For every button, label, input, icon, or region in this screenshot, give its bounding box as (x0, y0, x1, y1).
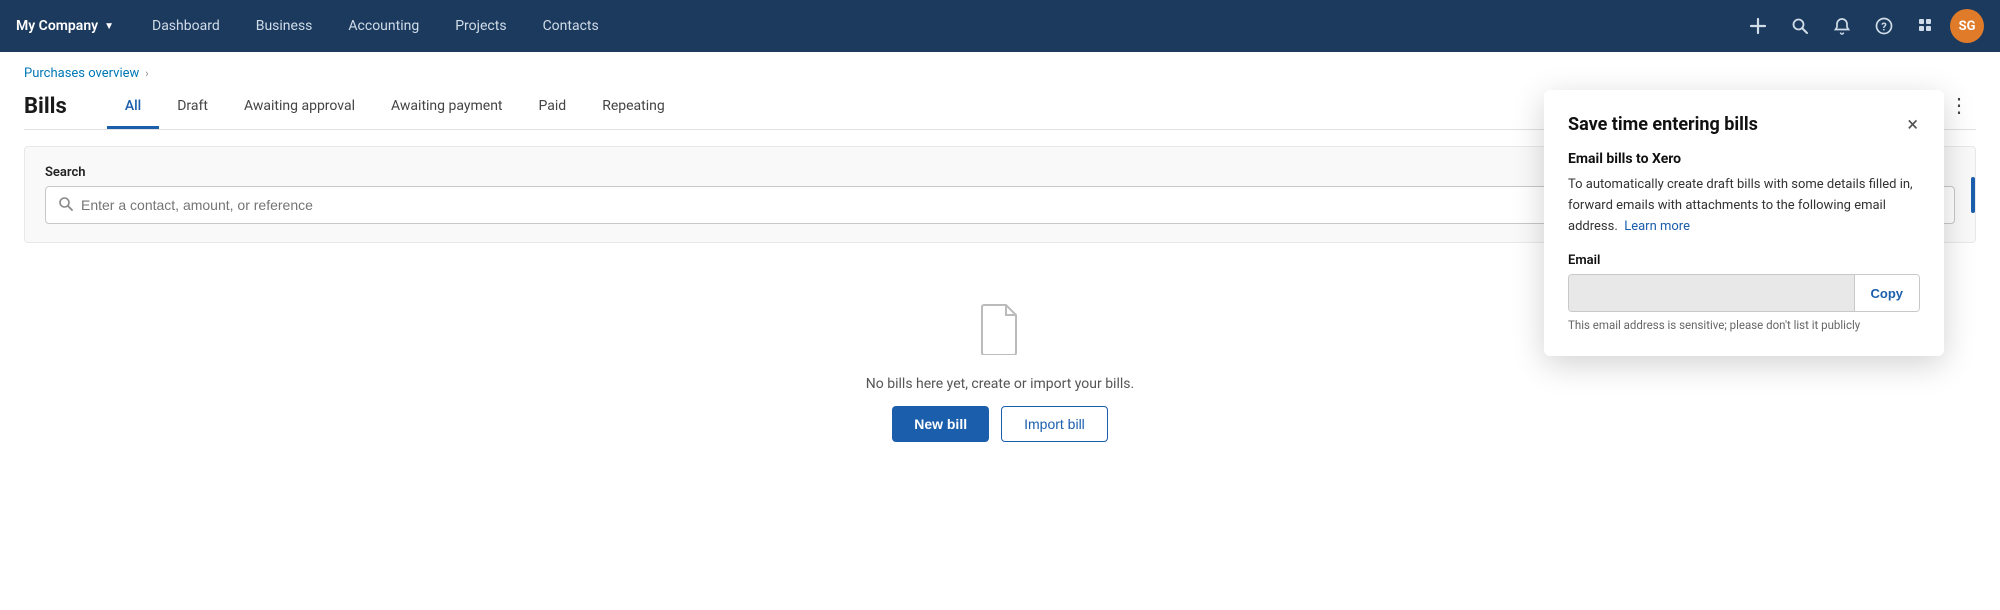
popup-section-title: Email bills to Xero (1568, 151, 1920, 167)
breadcrumb-separator: › (145, 67, 148, 80)
empty-state-actions: New bill Import bill (892, 406, 1108, 442)
nav-link-projects[interactable]: Projects (437, 0, 524, 52)
popup-close-button[interactable]: × (1905, 114, 1920, 134)
tab-paid[interactable]: Paid (521, 85, 585, 129)
page-title: Bills (24, 90, 67, 124)
help-icon[interactable]: ? (1866, 8, 1902, 44)
empty-state-message: No bills here yet, create or import your… (866, 376, 1134, 392)
tab-repeating[interactable]: Repeating (584, 85, 683, 129)
search-input[interactable] (81, 197, 1614, 213)
popup-body-text: To automatically create draft bills with… (1568, 175, 1920, 237)
nav-icons: ? SG (1740, 8, 1984, 44)
search-label: Search (45, 165, 1627, 180)
popup-sensitive-note: This email address is sensitive; please … (1568, 318, 1920, 332)
svg-text:?: ? (1881, 21, 1887, 34)
popup-title: Save time entering bills (1568, 114, 1758, 135)
search-input-wrapper (45, 186, 1627, 224)
popup-email-row: Copy (1568, 274, 1920, 312)
empty-file-icon (978, 303, 1022, 362)
breadcrumb: Purchases overview › (24, 52, 1976, 85)
search-magnifier-icon (58, 196, 73, 215)
popup-copy-button[interactable]: Copy (1854, 275, 1920, 311)
new-bill-main-button[interactable]: New bill (892, 406, 989, 442)
search-icon[interactable] (1782, 8, 1818, 44)
scroll-indicator (1971, 177, 1975, 213)
learn-more-link[interactable]: Learn more (1624, 219, 1690, 234)
nav-link-contacts[interactable]: Contacts (525, 0, 617, 52)
tab-all[interactable]: All (107, 85, 159, 129)
more-options-button[interactable]: ⋮ (1942, 88, 1976, 122)
popup-email-label: Email (1568, 253, 1920, 268)
popup-email-input[interactable] (1569, 275, 1854, 311)
import-bill-button[interactable]: Import bill (1001, 406, 1108, 442)
brand-name: My Company (16, 18, 98, 34)
nav-links: Dashboard Business Accounting Projects C… (134, 0, 1740, 52)
tabs: All Draft Awaiting approval Awaiting pay… (107, 85, 1660, 129)
popup-header: Save time entering bills × (1568, 114, 1920, 135)
tab-awaiting-payment[interactable]: Awaiting payment (373, 85, 521, 129)
save-time-popup: Save time entering bills × Email bills t… (1544, 90, 1944, 356)
plus-icon[interactable] (1740, 8, 1776, 44)
brand-logo[interactable]: My Company ▼ (16, 18, 126, 34)
user-avatar[interactable]: SG (1950, 9, 1984, 43)
grid-icon[interactable] (1908, 8, 1944, 44)
breadcrumb-parent[interactable]: Purchases overview (24, 66, 139, 81)
tab-draft[interactable]: Draft (159, 85, 226, 129)
nav-link-dashboard[interactable]: Dashboard (134, 0, 238, 52)
nav-link-business[interactable]: Business (238, 0, 331, 52)
brand-chevron: ▼ (104, 21, 114, 32)
top-navigation: My Company ▼ Dashboard Business Accounti… (0, 0, 2000, 52)
tab-awaiting-approval[interactable]: Awaiting approval (226, 85, 373, 129)
nav-link-accounting[interactable]: Accounting (330, 0, 437, 52)
bell-icon[interactable] (1824, 8, 1860, 44)
search-group: Search (45, 165, 1627, 224)
